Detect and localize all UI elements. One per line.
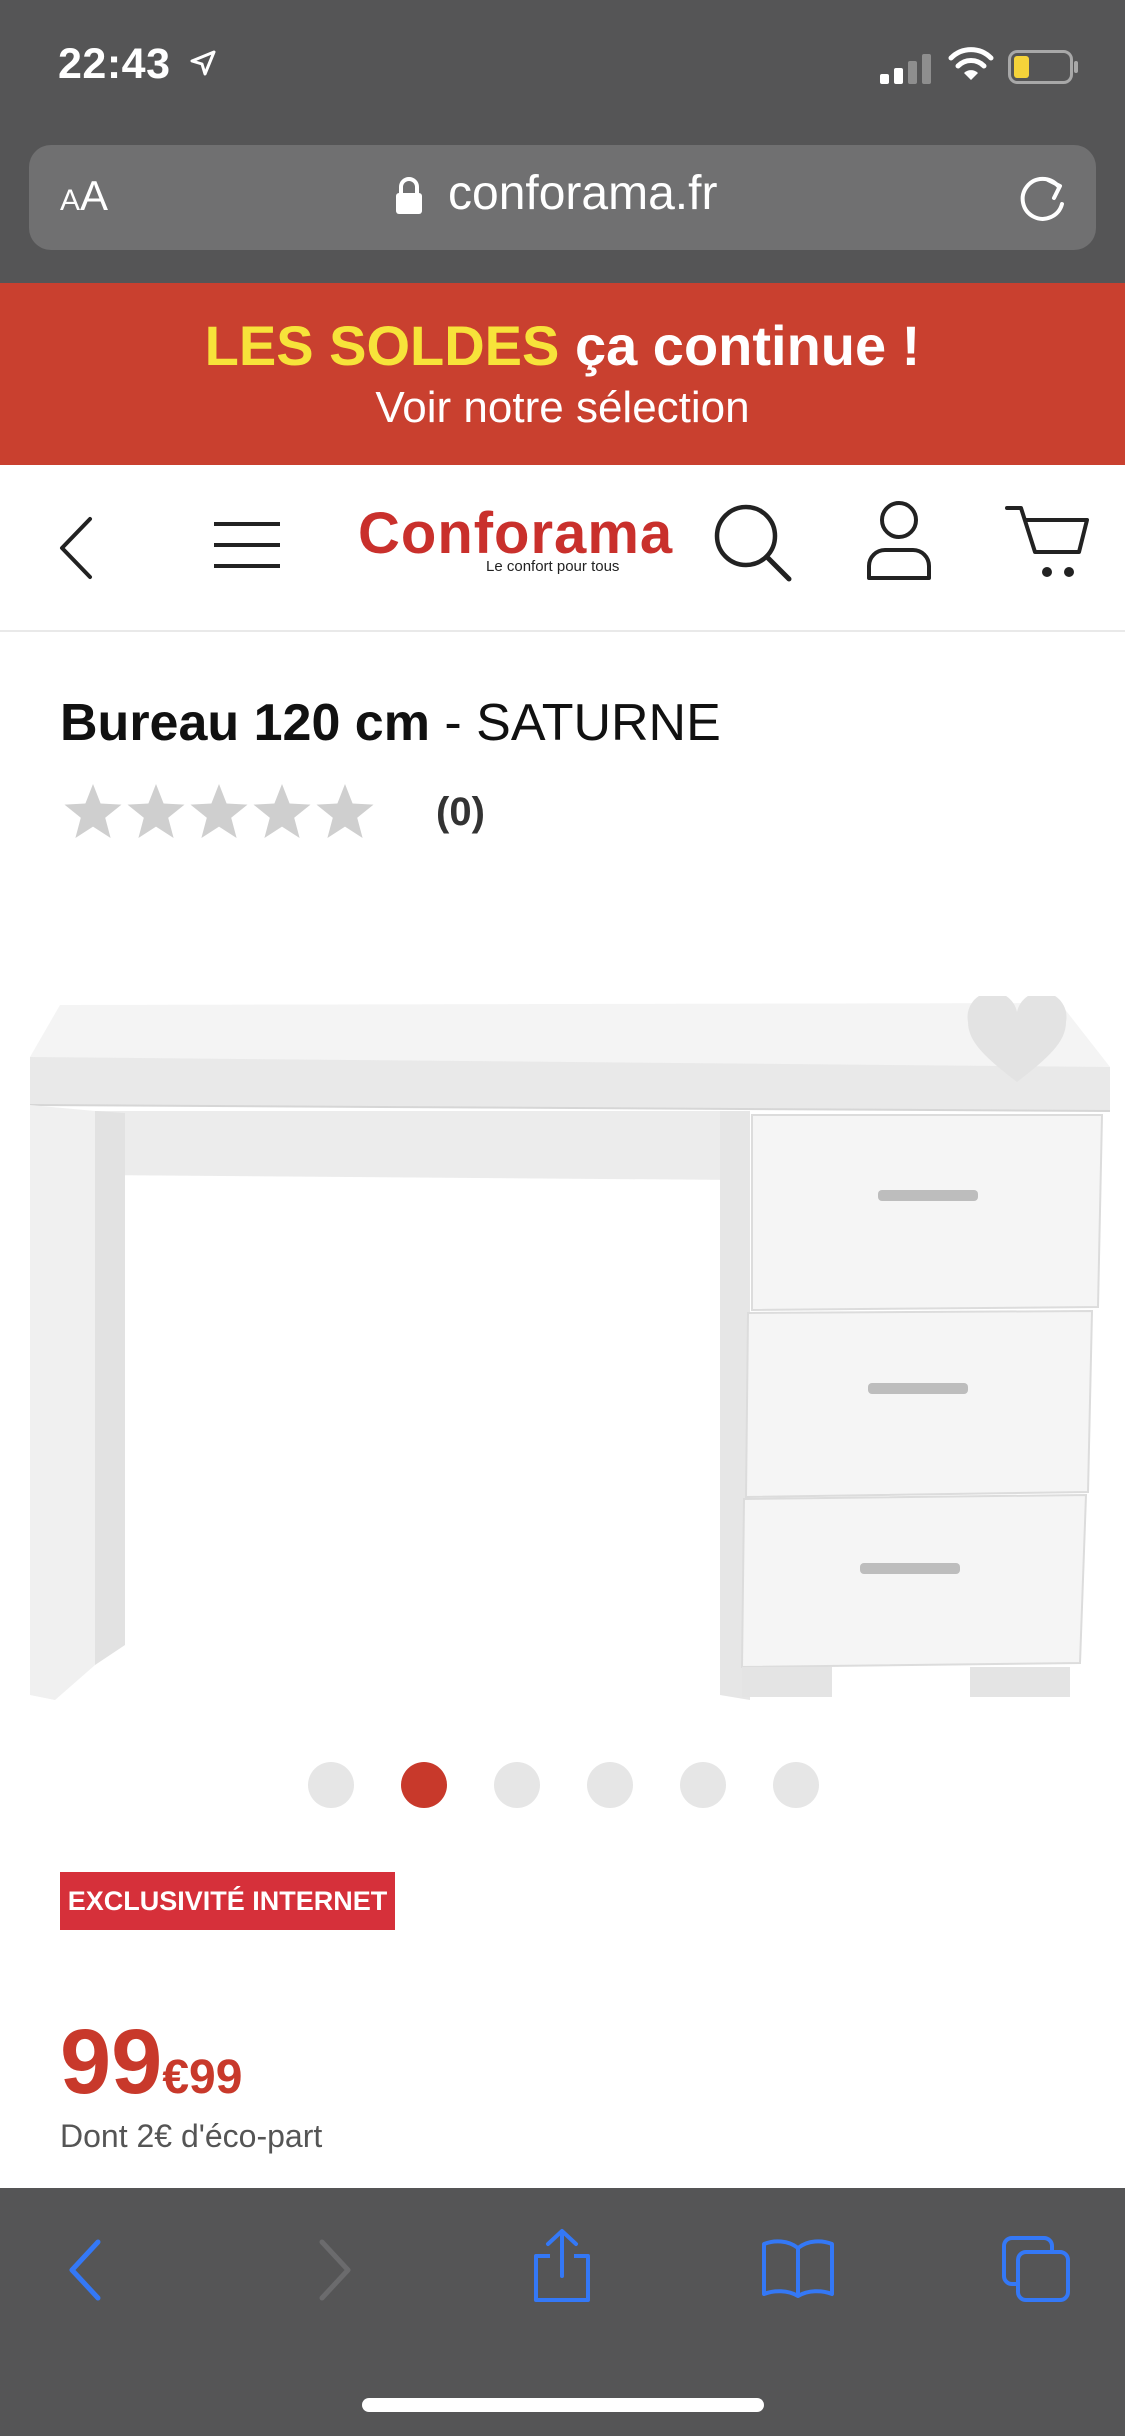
logo-tagline: Le confort pour tous: [486, 558, 620, 575]
carousel-dot[interactable]: [494, 1762, 540, 1808]
reload-icon[interactable]: [1018, 174, 1070, 226]
user-icon[interactable]: [865, 500, 933, 582]
price-decimal: €99: [162, 2051, 243, 2104]
logo-wordmark: Conforama: [358, 501, 674, 566]
promo-highlight: LES SOLDES: [204, 314, 560, 377]
rating-count[interactable]: (0): [436, 790, 485, 835]
eco-part-note: Dont 2€ d'éco-part: [60, 2118, 323, 2154]
bookmarks-icon[interactable]: [760, 2236, 836, 2298]
home-indicator: [362, 2398, 764, 2412]
product-image[interactable]: [20, 995, 1110, 1715]
exclusive-badge: EXCLUSIVITÉ INTERNET: [60, 1872, 395, 1930]
conforama-logo[interactable]: Conforama Le confort pour tous: [358, 500, 672, 580]
rating-stars[interactable]: [62, 782, 378, 844]
text-size-button[interactable]: AA: [60, 172, 108, 220]
lock-icon: [396, 177, 422, 214]
star-icon: [64, 784, 122, 838]
product-title-main: Bureau 120 cm: [60, 694, 430, 752]
star-icon: [127, 784, 185, 838]
promo-banner[interactable]: LES SOLDES ça continue ! Voir notre séle…: [0, 283, 1125, 465]
product-title-model: - SATURNE: [429, 694, 721, 752]
promo-subtitle[interactable]: Voir notre sélection: [0, 383, 1125, 433]
star-icon: [316, 784, 374, 838]
forward-arrow-icon[interactable]: [312, 2238, 356, 2302]
cellular-signal-icon: [880, 54, 931, 84]
star-icon: [190, 784, 248, 838]
back-arrow-icon[interactable]: [64, 2238, 108, 2302]
wishlist-heart-icon[interactable]: [966, 996, 1068, 1086]
carousel-dots: [0, 1762, 1125, 1812]
wifi-icon: [948, 47, 994, 80]
price: 99€99: [60, 2010, 242, 2115]
product-title: Bureau 120 cm - SATURNE: [60, 693, 721, 753]
promo-title: LES SOLDES ça continue !: [0, 313, 1125, 378]
carousel-dot[interactable]: [680, 1762, 726, 1808]
menu-icon[interactable]: [212, 518, 282, 572]
url-text[interactable]: conforama.fr: [448, 166, 717, 221]
status-time: 22:43: [58, 40, 171, 88]
search-icon[interactable]: [712, 502, 794, 584]
carousel-dot[interactable]: [308, 1762, 354, 1808]
share-icon[interactable]: [530, 2228, 594, 2304]
carousel-dot-active[interactable]: [401, 1762, 447, 1808]
star-icon: [253, 784, 311, 838]
price-integer: 99: [60, 2011, 163, 2113]
back-chevron-icon[interactable]: [52, 515, 102, 581]
carousel-dot[interactable]: [587, 1762, 633, 1808]
location-arrow-icon: [190, 50, 216, 76]
tabs-icon[interactable]: [1000, 2234, 1072, 2304]
cart-icon[interactable]: [1005, 500, 1091, 582]
promo-title-rest: ça continue !: [559, 314, 921, 377]
battery-icon: [1008, 50, 1078, 84]
carousel-dot[interactable]: [773, 1762, 819, 1808]
